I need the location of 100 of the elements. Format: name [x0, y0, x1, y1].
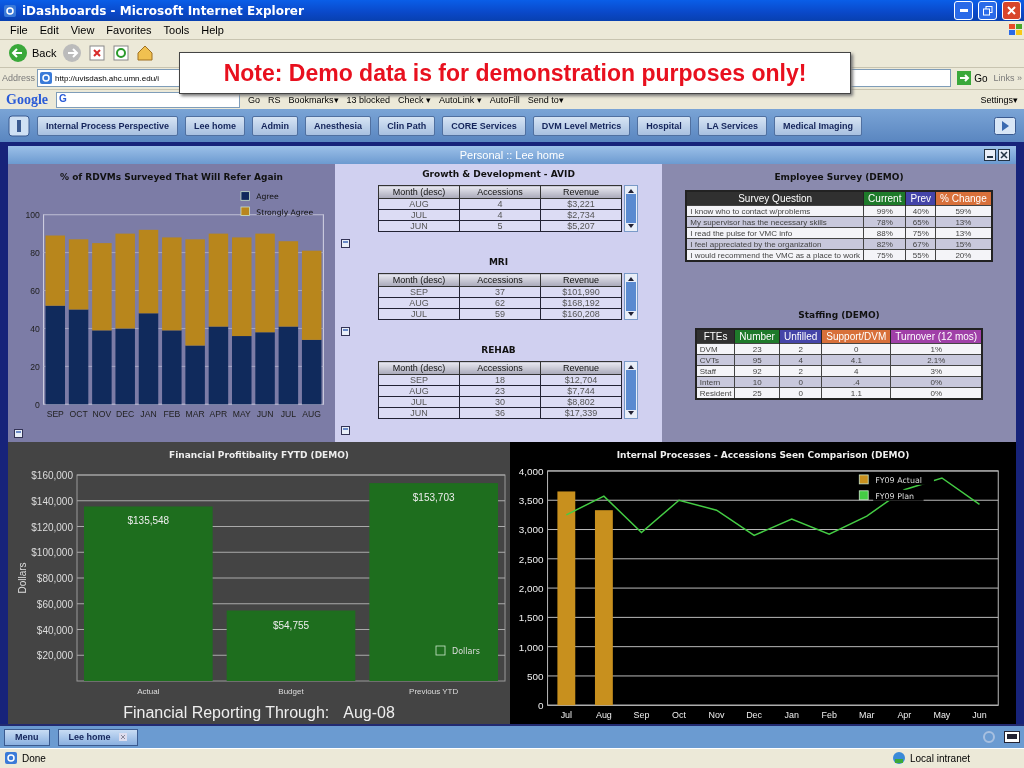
table-cell: AUG [378, 198, 460, 210]
panel-toggle-icon[interactable] [14, 429, 23, 439]
close-button[interactable] [1002, 1, 1021, 21]
menu-item[interactable]: File [4, 24, 34, 36]
axis-category-label: FEB [163, 408, 181, 419]
table-cell: 18 [459, 374, 541, 386]
axis-category-label: AUG [302, 408, 321, 419]
dashboard-tab[interactable]: Hospital [637, 115, 691, 136]
table-cell: $7,744 [540, 385, 622, 397]
column-header[interactable]: Revenue [540, 361, 622, 375]
table-cell: 88% [863, 227, 906, 239]
go-button[interactable]: Go [953, 71, 992, 86]
refresh-icon[interactable] [112, 44, 131, 63]
table-cell: AUG [378, 385, 460, 397]
settings-menu[interactable]: Settings▾ [980, 94, 1018, 105]
windows-flag-icon [1008, 23, 1024, 37]
menu-item[interactable]: Edit [33, 24, 65, 36]
table-cell: 23 [734, 343, 780, 355]
maximize-button[interactable] [978, 1, 997, 21]
axis-tick-label: 40 [30, 323, 40, 334]
dashboard-tab[interactable]: Lee home [185, 115, 246, 136]
toolbar-item[interactable]: Go [248, 94, 260, 105]
column-header[interactable]: Revenue [540, 273, 622, 287]
table-cell: 78% [863, 216, 906, 228]
back-button[interactable]: Back [8, 43, 57, 64]
scroll-thumb[interactable] [626, 194, 636, 224]
monitor-icon[interactable] [1004, 731, 1020, 743]
axis-category-label: APR [209, 408, 228, 419]
menu-item[interactable]: Favorites [100, 24, 158, 36]
table-cell: DVM [695, 343, 735, 355]
minimize-button[interactable] [954, 1, 973, 21]
column-header[interactable]: Month (desc) [378, 185, 460, 199]
menu-item[interactable]: View [64, 24, 101, 36]
legend-swatch [240, 191, 250, 201]
dashboard-tab[interactable]: CORE Services [442, 115, 526, 136]
menu-item[interactable]: Tools [157, 24, 196, 36]
dashboard-tab[interactable]: Internal Process Perspective [37, 115, 179, 136]
table-cell: 99% [863, 205, 906, 217]
axis-category-label: Feb [821, 710, 837, 721]
table-cell: 65% [905, 216, 936, 228]
footer-label: Financial Reporting Through: [123, 704, 330, 723]
toolbar-item[interactable]: Check ▾ [398, 94, 432, 105]
toolbar-item[interactable]: AutoLink ▾ [439, 94, 482, 105]
axis-category-label: Jun [972, 710, 987, 721]
minimize-icon[interactable] [984, 149, 996, 162]
column-header[interactable]: Month (desc) [378, 361, 460, 375]
toolbar-item[interactable]: Send to▾ [527, 94, 564, 105]
dashboard-tab[interactable]: Anesthesia [305, 115, 372, 136]
dashboard-tab[interactable]: LA Services [697, 115, 767, 136]
column-header[interactable]: Accessions [459, 273, 541, 287]
bottom-tab[interactable]: Menu [4, 728, 50, 746]
axis-category-label: DEC [116, 408, 135, 419]
data-label: $135,548 [127, 515, 170, 527]
home-icon[interactable] [136, 44, 155, 63]
table-cell: I know who to contact w/problems [686, 205, 864, 217]
column-header[interactable]: Month (desc) [378, 273, 460, 287]
data-label: $153,703 [412, 492, 455, 504]
bottom-tab[interactable]: Lee home [57, 728, 138, 746]
table-cell: 1% [890, 343, 983, 355]
play-icon[interactable] [994, 116, 1016, 135]
scrollbar[interactable] [624, 185, 638, 233]
toolbar-item[interactable]: 13 blocked [346, 94, 391, 105]
legend-label: FY09 Plan [875, 492, 915, 501]
scroll-thumb[interactable] [626, 282, 636, 312]
dashboard-tab[interactable]: Clin Path [378, 115, 436, 136]
dashboard-tab[interactable]: DVM Level Metrics [532, 115, 631, 136]
scrollbar[interactable] [624, 273, 638, 321]
dashboard-tab[interactable]: Admin [252, 115, 299, 136]
axis-category-label: Oct [672, 710, 686, 721]
column-header[interactable]: Revenue [540, 185, 622, 199]
stop-icon[interactable] [88, 44, 107, 63]
column-header[interactable]: Accessions [459, 185, 541, 199]
table-cell: 59% [935, 205, 992, 217]
table-cell: SEP [378, 374, 460, 386]
chart-bar [68, 239, 89, 310]
panel-toggle-icon[interactable] [341, 239, 350, 249]
close-icon[interactable] [998, 149, 1010, 162]
table-cell: AUG [378, 297, 460, 309]
scrollbar[interactable] [624, 361, 638, 420]
links-label[interactable]: Links » [993, 73, 1022, 84]
dashboard-tab[interactable]: Medical Imaging [773, 115, 862, 136]
panel-toggle-icon[interactable] [341, 426, 350, 436]
panel-toggle-icon[interactable] [341, 327, 350, 337]
table-cell: 2 [779, 365, 822, 377]
menu-item[interactable]: Help [195, 24, 230, 36]
column-header: Support/DVM [821, 329, 891, 344]
toolbar-item[interactable]: AutoFill [489, 94, 520, 105]
scroll-thumb[interactable] [626, 370, 636, 411]
axis-category-label: Apr [897, 710, 912, 721]
table-cell: 4 [821, 365, 891, 377]
column-header: Prev [905, 191, 936, 206]
legend-label: FY09 Actual [875, 476, 923, 486]
axis-category-label: JUN [256, 408, 274, 419]
google-search-field[interactable]: G [56, 91, 240, 108]
browser-icon [3, 3, 17, 18]
toolbar-item[interactable]: RS [268, 94, 281, 105]
axis-tick-label: 0 [538, 700, 544, 712]
toolbar-item[interactable]: Bookmarks▾ [288, 94, 339, 105]
column-header[interactable]: Accessions [459, 361, 541, 375]
chart-title: Financial Profitibality FYTD (DEMO) [168, 449, 350, 463]
